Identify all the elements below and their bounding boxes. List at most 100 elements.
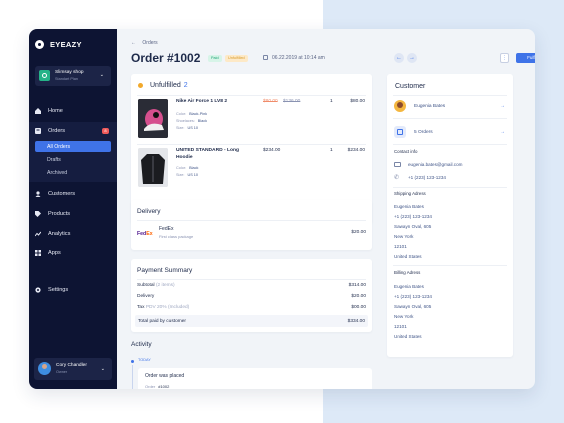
fedex-logo: FedEx [137,228,155,240]
sidebar-item-products[interactable]: Products [35,208,113,220]
orders-count-badge: 8 [102,128,109,134]
fulfill-button[interactable]: Fulfill [516,53,535,63]
activity-event: Order was placed Order #1002 [138,368,372,389]
hoodie-image [138,148,168,187]
timeline-line [132,365,133,389]
chevron-down-icon: ⌄ [100,366,105,372]
tax-label: Tax PDV 20% (Included) [137,305,189,310]
sidebar-item-home[interactable]: Home [35,105,113,117]
previous-order-button[interactable]: ← [394,53,404,63]
quantity: 1 [330,148,333,153]
attr-label: Color: [176,166,187,170]
breadcrumb[interactable]: ← Orders [131,40,158,46]
subtotal-text: Subtotal [137,283,155,288]
sidebar-subitem-archived[interactable]: Archived [35,167,111,178]
delivery-card: Delivery FedEx FedEx First class package… [131,200,372,250]
carrier-service: First class package [159,234,194,239]
delivery-value: $20.00 [351,294,366,299]
page-title: Order #1002 [131,51,201,65]
divider [137,279,366,280]
customer-name[interactable]: Eugenia Bates [414,104,445,109]
attr-label: Shoelaces: [176,119,195,123]
user-icon [35,191,41,197]
tax-value: $00.00 [351,305,366,310]
activity-order: Order #1002 [145,384,169,389]
brand-logo-icon [35,40,44,49]
activity-order-value[interactable]: #1002 [158,384,169,389]
orders-group: Orders 8 All Orders Drafts Archived [29,122,117,182]
breadcrumb-label: Orders [142,40,158,46]
attr-value: Black-Pink [189,112,208,116]
sidebar-item-analytics[interactable]: Analytics [35,228,113,240]
sneaker-image [138,99,168,138]
sidebar-item-settings[interactable]: Settings [35,284,113,296]
shipping-line: 12101 [394,244,407,249]
unfulfilled-heading: Unfulfilled 2 [150,82,188,89]
activity-order-label: Order [145,384,156,389]
billing-line: 12101 [394,324,407,329]
sidebar-item-customers[interactable]: Customers [35,188,113,200]
customer-phone[interactable]: +1 (223) 123-1234 [408,175,446,180]
original-price: $136.00 [283,99,301,104]
shipping-line: United States [394,254,422,259]
product-name[interactable]: UNITED STANDARD - Long Hoodie [176,148,242,161]
shop-switcher[interactable]: Slimsay shop Standart Plan ⌄ [35,66,111,86]
tax-text: Tax [137,305,145,310]
product-attr-shoelaces: Shoelaces: Black [176,119,207,123]
customer-email[interactable]: eugenia.bates@gmail.com [408,162,462,167]
home-icon [35,108,41,114]
orders-icon [394,126,406,138]
divider [137,144,366,145]
status-badge-paid: Paid [208,55,222,62]
delivery-title: Delivery [137,208,161,215]
customer-card: Customer Eugenia Bates → 5 Orders → Cont… [387,74,513,357]
activity-day-label: TODAY [138,358,151,362]
more-actions-button[interactable]: ⋮ [500,53,509,63]
divider [137,95,366,96]
product-name[interactable]: Nike Air Force 1 LV8 2 [176,99,236,106]
product-attr-color: Color: Black [176,166,198,170]
analytics-icon [35,231,41,237]
shop-icon [39,70,50,81]
apps-icon [35,250,41,256]
billing-line: New York [394,314,414,319]
billing-address-title: Billing Adress [394,270,421,275]
phone-icon: ✆ [394,175,400,181]
sidebar-item-label: Home [48,108,63,114]
logo-fed: Fed [137,231,147,237]
arrow-right-icon[interactable]: → [500,129,505,135]
gear-icon [35,287,41,293]
product-image-sneaker[interactable] [138,99,168,138]
unfulfilled-status-dot-icon [138,83,143,88]
attr-label: Size: [176,126,185,130]
sidebar-item-label: Customers [48,191,76,197]
sidebar-subitem-all-orders[interactable]: All Orders [35,141,111,152]
product-image-hoodie[interactable] [138,148,168,187]
shipping-line: +1 (223) 123-1234 [394,214,432,219]
subtotal-items: (2 items) [155,283,175,288]
shop-name: Slimsay shop [55,70,84,75]
delivery-price: $20.00 [351,230,366,235]
attr-value: US 10 [187,126,199,130]
product-attr-size: Size: US 10 [176,126,198,130]
arrow-right-icon[interactable]: → [500,103,505,109]
next-order-button[interactable]: → [407,53,417,63]
sidebar-item-apps[interactable]: Apps [35,247,113,259]
delivery-label: Delivery [137,294,155,299]
tax-note: PDV 20% (Included) [145,305,190,310]
user-menu[interactable]: Cory Chandler Owner ⌄ [34,358,112,380]
order-date: 06.22.2019 at 10:14 am [272,55,325,61]
user-role: Owner [56,370,68,374]
avatar [394,100,406,112]
payment-summary-card: Payment Summary Subtotal (2 items) $314.… [131,259,372,332]
subtotal-value: $314.00 [348,283,366,288]
shipping-line: New York [394,234,414,239]
sidebar-item-orders[interactable]: Orders 8 [35,125,113,137]
sale-price: $80.00 [263,99,278,104]
sidebar-subitem-drafts[interactable]: Drafts [35,154,111,165]
activity-title: Activity [131,341,152,348]
divider [393,144,507,145]
billing-line: Sawayn Oval, 605 [394,304,432,309]
calendar-icon [263,55,268,60]
customer-orders-count[interactable]: 5 Orders [414,130,433,135]
